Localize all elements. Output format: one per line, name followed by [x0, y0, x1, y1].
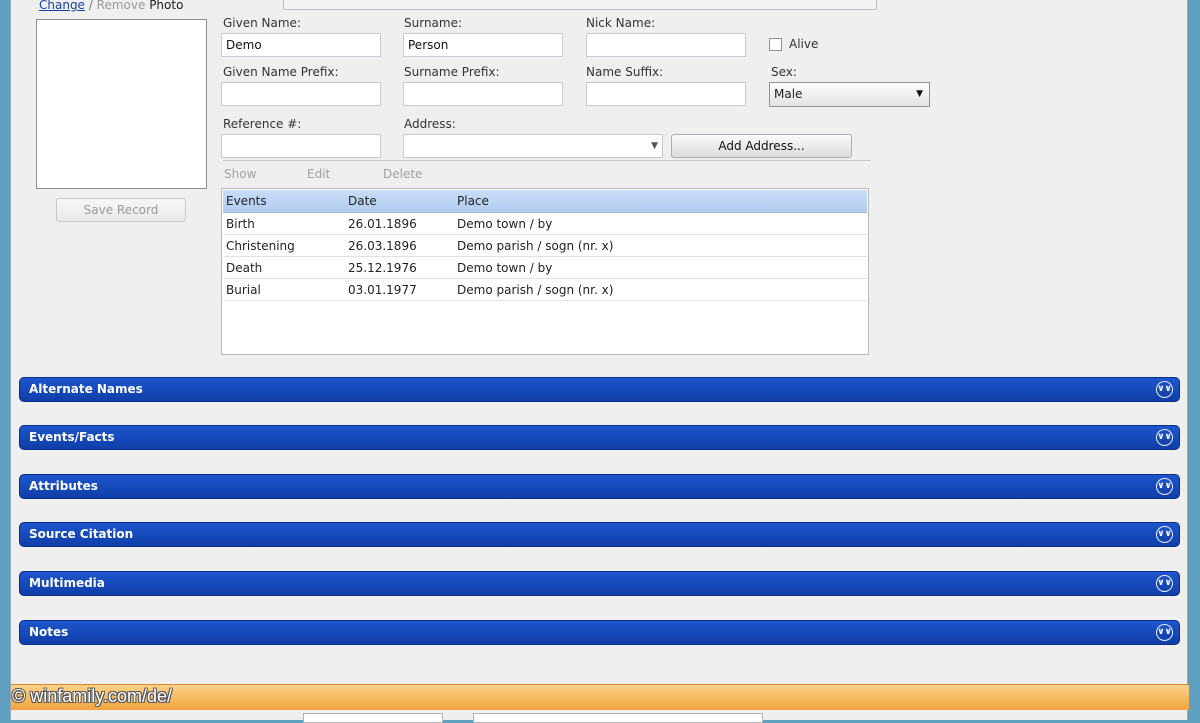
- name-suffix-field[interactable]: [586, 82, 746, 106]
- section-bar-multimedia[interactable]: Multimedia ∨∨: [19, 571, 1180, 596]
- alive-checkbox[interactable]: [769, 38, 782, 51]
- alive-label: Alive: [789, 37, 819, 51]
- status-bar: [11, 684, 1189, 710]
- bottom-field[interactable]: [473, 713, 763, 723]
- table-row[interactable]: Christening 26.03.1896 Demo parish / sog…: [223, 235, 867, 257]
- section-title: Notes: [29, 625, 69, 639]
- bottom-field[interactable]: [303, 713, 443, 723]
- section-bar-events-facts[interactable]: Events/Facts ∨∨: [19, 425, 1180, 450]
- reference-field[interactable]: [221, 134, 381, 158]
- place-cell: Demo parish / sogn (nr. x): [457, 239, 614, 253]
- save-record-button[interactable]: Save Record: [56, 198, 186, 222]
- double-chevron-down-icon[interactable]: ∨∨: [1156, 429, 1173, 446]
- column-header-date[interactable]: Date: [348, 190, 377, 212]
- section-divider: [223, 160, 871, 161]
- photo-link-separator: /: [88, 0, 93, 12]
- events-table-header: Events Date Place: [223, 190, 867, 213]
- column-header-events[interactable]: Events: [226, 190, 267, 212]
- delete-event-button[interactable]: Delete: [383, 167, 422, 181]
- given-name-label: Given Name:: [223, 16, 301, 30]
- events-table: Events Date Place Birth 26.01.1896 Demo …: [221, 188, 869, 355]
- remove-photo-link[interactable]: Remove: [97, 0, 146, 12]
- event-cell: Christening: [226, 239, 295, 253]
- section-title: Multimedia: [29, 576, 105, 590]
- double-chevron-down-icon[interactable]: ∨∨: [1156, 381, 1173, 398]
- address-label: Address:: [404, 117, 456, 131]
- photo-links: Change / Remove Photo: [39, 0, 183, 12]
- double-chevron-down-icon[interactable]: ∨∨: [1156, 478, 1173, 495]
- section-bar-attributes[interactable]: Attributes ∨∨: [19, 474, 1180, 499]
- section-bar-source-citation[interactable]: Source Citation ∨∨: [19, 522, 1180, 547]
- sex-select-value: Male: [774, 87, 803, 101]
- sex-select[interactable]: Male ▼: [769, 82, 930, 107]
- change-photo-link[interactable]: Change: [39, 0, 85, 12]
- surname-field[interactable]: Person: [403, 33, 563, 57]
- add-address-button[interactable]: Add Address...: [671, 134, 852, 158]
- record-title-field: [283, 0, 877, 10]
- section-title: Alternate Names: [29, 382, 143, 396]
- event-cell: Birth: [226, 217, 255, 231]
- table-row[interactable]: Birth 26.01.1896 Demo town / by: [223, 213, 867, 235]
- surname-label: Surname:: [404, 16, 463, 30]
- given-name-field[interactable]: Demo: [221, 33, 381, 57]
- show-event-button[interactable]: Show: [224, 167, 256, 181]
- dropdown-arrow-icon: ▼: [651, 141, 658, 151]
- event-cell: Death: [226, 261, 263, 275]
- dropdown-arrow-icon: ▼: [916, 89, 923, 99]
- watermark: © winfamily.com/de/: [12, 686, 172, 706]
- double-chevron-down-icon[interactable]: ∨∨: [1156, 526, 1173, 543]
- sex-label: Sex:: [771, 65, 797, 79]
- date-cell: 03.01.1977: [348, 283, 417, 297]
- nick-name-label: Nick Name:: [586, 16, 656, 30]
- address-combo[interactable]: ▼: [403, 134, 663, 158]
- date-cell: 26.01.1896: [348, 217, 417, 231]
- edit-event-button[interactable]: Edit: [307, 167, 330, 181]
- date-cell: 26.03.1896: [348, 239, 417, 253]
- section-bar-notes[interactable]: Notes ∨∨: [19, 620, 1180, 645]
- photo-frame[interactable]: [36, 19, 207, 189]
- reference-label: Reference #:: [223, 117, 302, 131]
- person-editor-window: Change / Remove Photo Save Record Given …: [10, 0, 1189, 723]
- section-title: Attributes: [29, 479, 98, 493]
- surname-prefix-label: Surname Prefix:: [404, 65, 500, 79]
- surname-prefix-field[interactable]: [403, 82, 563, 106]
- nick-name-field[interactable]: [586, 33, 746, 57]
- event-cell: Burial: [226, 283, 261, 297]
- table-row[interactable]: Death 25.12.1976 Demo town / by: [223, 257, 867, 279]
- section-title: Source Citation: [29, 527, 134, 541]
- double-chevron-down-icon[interactable]: ∨∨: [1156, 624, 1173, 641]
- double-chevron-down-icon[interactable]: ∨∨: [1156, 575, 1173, 592]
- place-cell: Demo town / by: [457, 217, 553, 231]
- name-suffix-label: Name Suffix:: [586, 65, 664, 79]
- section-bar-alternate-names[interactable]: Alternate Names ∨∨: [19, 377, 1180, 402]
- given-name-prefix-label: Given Name Prefix:: [223, 65, 339, 79]
- date-cell: 25.12.1976: [348, 261, 417, 275]
- given-name-prefix-field[interactable]: [221, 82, 381, 106]
- section-title: Events/Facts: [29, 430, 115, 444]
- place-cell: Demo parish / sogn (nr. x): [457, 283, 614, 297]
- table-row[interactable]: Burial 03.01.1977 Demo parish / sogn (nr…: [223, 279, 867, 301]
- photo-label: Photo: [149, 0, 184, 12]
- place-cell: Demo town / by: [457, 261, 553, 275]
- column-header-place[interactable]: Place: [457, 190, 489, 212]
